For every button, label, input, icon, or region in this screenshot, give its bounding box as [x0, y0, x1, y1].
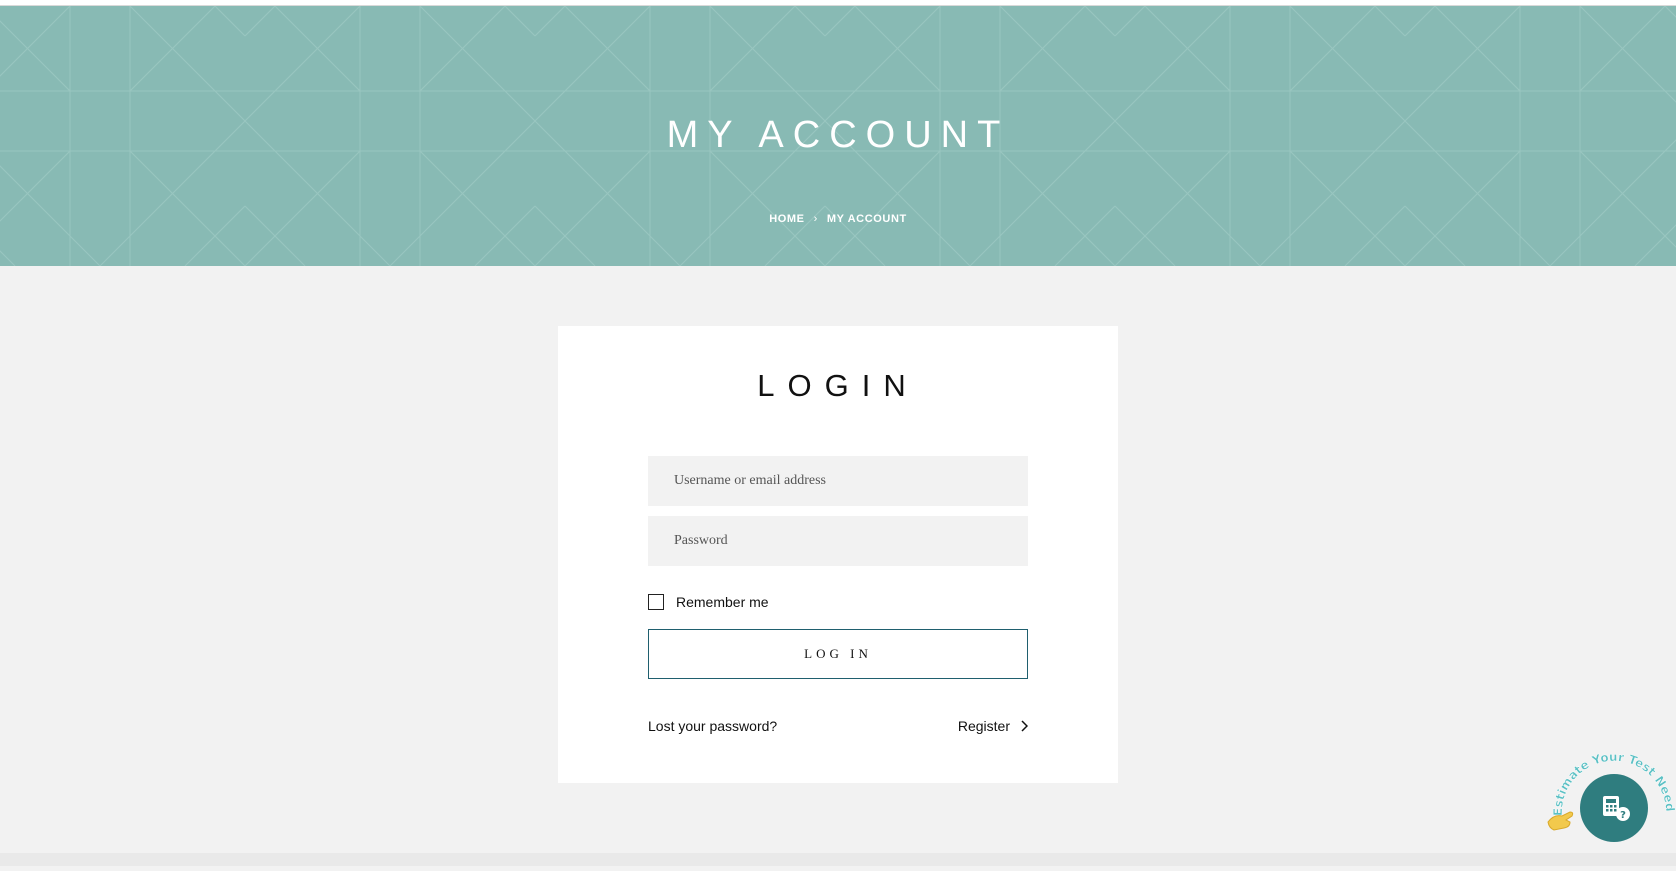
register-label[interactable]: Register [958, 718, 1010, 734]
footer-strip [0, 853, 1676, 866]
username-input[interactable] [648, 456, 1028, 506]
breadcrumb-separator: › [813, 213, 818, 225]
breadcrumb: HOME › MY ACCOUNT [0, 213, 1676, 225]
remember-me-label[interactable]: Remember me [676, 594, 769, 610]
estimate-widget-graphic[interactable]: Estimate Your Test Needs ? [1536, 741, 1676, 866]
page-header-banner: MY ACCOUNT HOME › MY ACCOUNT [0, 6, 1676, 266]
chevron-right-icon [1020, 720, 1028, 732]
estimate-widget[interactable]: Estimate Your Test Needs ? [1536, 741, 1676, 866]
remember-me-checkbox[interactable] [648, 594, 664, 610]
register-link[interactable]: Register [958, 718, 1028, 734]
login-heading: LOGIN [757, 368, 919, 403]
breadcrumb-home-link[interactable]: HOME [769, 213, 804, 225]
login-button[interactable]: LOG IN [648, 629, 1028, 679]
page-title: MY ACCOUNT [666, 114, 1010, 156]
breadcrumb-current: MY ACCOUNT [826, 213, 907, 225]
password-input[interactable] [648, 516, 1028, 566]
login-card: LOGIN Remember me LOG IN Lost your passw… [558, 326, 1118, 783]
svg-text:?: ? [1620, 810, 1626, 821]
remember-me-row[interactable]: Remember me [648, 592, 769, 612]
lost-password-link[interactable]: Lost your password? [648, 718, 777, 734]
